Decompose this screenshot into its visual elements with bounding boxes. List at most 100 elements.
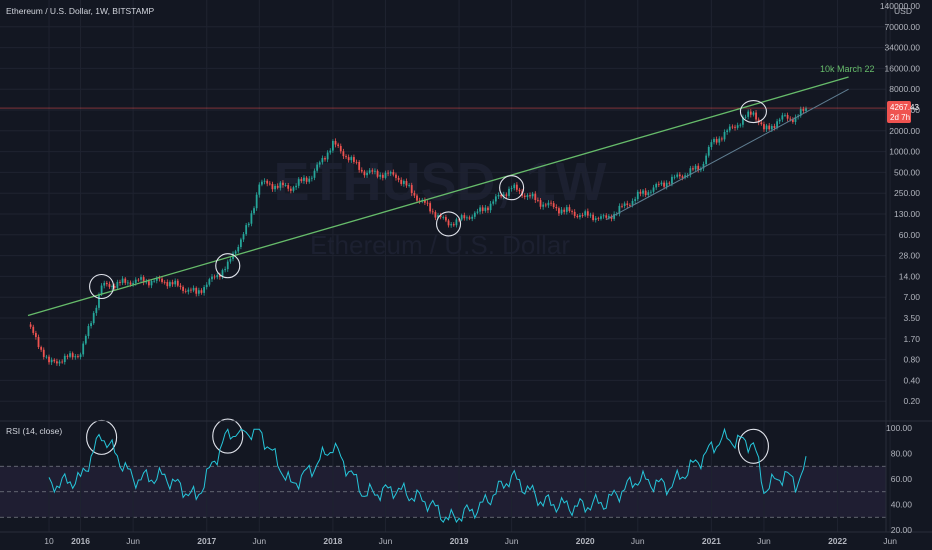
candle-body[interactable] — [765, 125, 768, 130]
candle-body[interactable] — [242, 234, 245, 240]
candle-body[interactable] — [542, 204, 545, 207]
candle-body[interactable] — [552, 203, 555, 207]
target-annotation[interactable]: 10k March 22 — [820, 64, 875, 74]
candle-body[interactable] — [563, 209, 566, 212]
candle-body[interactable] — [592, 214, 595, 220]
candle-body[interactable] — [529, 195, 531, 197]
candle-body[interactable] — [534, 193, 537, 200]
candle-body[interactable] — [723, 132, 726, 140]
candle-body[interactable] — [245, 225, 248, 235]
candle-body[interactable] — [497, 194, 500, 197]
candle-body[interactable] — [329, 150, 332, 153]
candle-body[interactable] — [234, 251, 237, 254]
candle-body[interactable] — [324, 158, 326, 160]
candle-body[interactable] — [642, 190, 644, 194]
candle-body[interactable] — [537, 199, 539, 201]
candle-body[interactable] — [694, 165, 697, 170]
candle-body[interactable] — [79, 354, 82, 358]
candle-body[interactable] — [95, 307, 98, 314]
candle-body[interactable] — [226, 261, 229, 270]
candle-body[interactable] — [408, 185, 411, 186]
candle-body[interactable] — [397, 177, 400, 180]
candle-body[interactable] — [140, 277, 142, 280]
candle-body[interactable] — [90, 323, 92, 327]
candle-body[interactable] — [402, 181, 405, 184]
candle-body[interactable] — [494, 196, 497, 202]
candle-body[interactable] — [334, 140, 337, 145]
candle-body[interactable] — [321, 158, 324, 163]
candle-body[interactable] — [103, 282, 106, 286]
candle-body[interactable] — [216, 275, 219, 278]
candle-body[interactable] — [129, 282, 132, 285]
candle-body[interactable] — [484, 207, 487, 211]
candle-body[interactable] — [720, 138, 723, 140]
candle-body[interactable] — [657, 183, 660, 185]
candle-body[interactable] — [295, 185, 297, 188]
candle-body[interactable] — [182, 286, 184, 291]
candle-body[interactable] — [284, 185, 287, 186]
candle-body[interactable] — [148, 281, 150, 286]
candle-body[interactable] — [392, 172, 395, 175]
candle-body[interactable] — [40, 347, 43, 350]
candle-body[interactable] — [523, 195, 526, 198]
candle-body[interactable] — [32, 326, 35, 333]
candle-body[interactable] — [639, 191, 642, 194]
candle-body[interactable] — [261, 181, 263, 185]
candle-body[interactable] — [784, 114, 786, 116]
candle-body[interactable] — [710, 142, 713, 148]
candle-body[interactable] — [48, 356, 50, 363]
candle-body[interactable] — [366, 172, 368, 176]
candle-body[interactable] — [326, 152, 329, 160]
candle-body[interactable] — [600, 216, 602, 219]
candle-body[interactable] — [644, 190, 647, 196]
candle-body[interactable] — [255, 194, 258, 209]
candle-body[interactable] — [550, 202, 552, 204]
candle-body[interactable] — [763, 124, 765, 130]
candle-body[interactable] — [360, 169, 363, 172]
candle-body[interactable] — [126, 282, 129, 284]
candle-body[interactable] — [384, 172, 387, 178]
candle-body[interactable] — [342, 151, 345, 157]
candle-body[interactable] — [355, 161, 358, 163]
candle-body[interactable] — [544, 204, 547, 206]
candle-body[interactable] — [718, 138, 721, 143]
candle-body[interactable] — [376, 170, 379, 177]
candle-body[interactable] — [581, 215, 584, 216]
candle-body[interactable] — [34, 332, 37, 338]
candle-body[interactable] — [105, 282, 108, 285]
candle-body[interactable] — [184, 290, 187, 292]
candle-body[interactable] — [634, 199, 637, 201]
candle-body[interactable] — [518, 189, 521, 192]
chart-canvas[interactable]: ETHUSD, 1W Ethereum / U.S. Dollar 140000… — [0, 0, 932, 550]
candle-body[interactable] — [471, 216, 474, 219]
candle-body[interactable] — [163, 281, 166, 283]
candle-body[interactable] — [53, 359, 56, 362]
candle-body[interactable] — [560, 209, 563, 214]
candle-body[interactable] — [205, 284, 208, 288]
candle-body[interactable] — [213, 276, 216, 278]
candle-body[interactable] — [455, 219, 458, 226]
candle-body[interactable] — [513, 184, 516, 189]
candle-body[interactable] — [445, 217, 447, 221]
candle-body[interactable] — [749, 111, 752, 115]
candle-body[interactable] — [744, 116, 747, 118]
candle-body[interactable] — [253, 208, 255, 214]
candle-body[interactable] — [63, 355, 66, 363]
candle-body[interactable] — [381, 174, 384, 178]
candle-body[interactable] — [45, 356, 48, 358]
candle-body[interactable] — [452, 224, 455, 226]
candle-body[interactable] — [747, 111, 750, 117]
candle-body[interactable] — [678, 174, 681, 177]
candle-body[interactable] — [71, 353, 74, 358]
candle-body[interactable] — [87, 326, 90, 337]
candle-body[interactable] — [276, 185, 279, 188]
candle-body[interactable] — [197, 290, 200, 294]
candle-body[interactable] — [98, 294, 100, 308]
candle-body[interactable] — [56, 361, 58, 364]
candle-body[interactable] — [652, 187, 655, 192]
candle-body[interactable] — [531, 193, 534, 197]
candle-body[interactable] — [786, 114, 789, 119]
candle-body[interactable] — [211, 276, 213, 280]
candle-body[interactable] — [715, 139, 718, 143]
candle-body[interactable] — [663, 182, 665, 187]
